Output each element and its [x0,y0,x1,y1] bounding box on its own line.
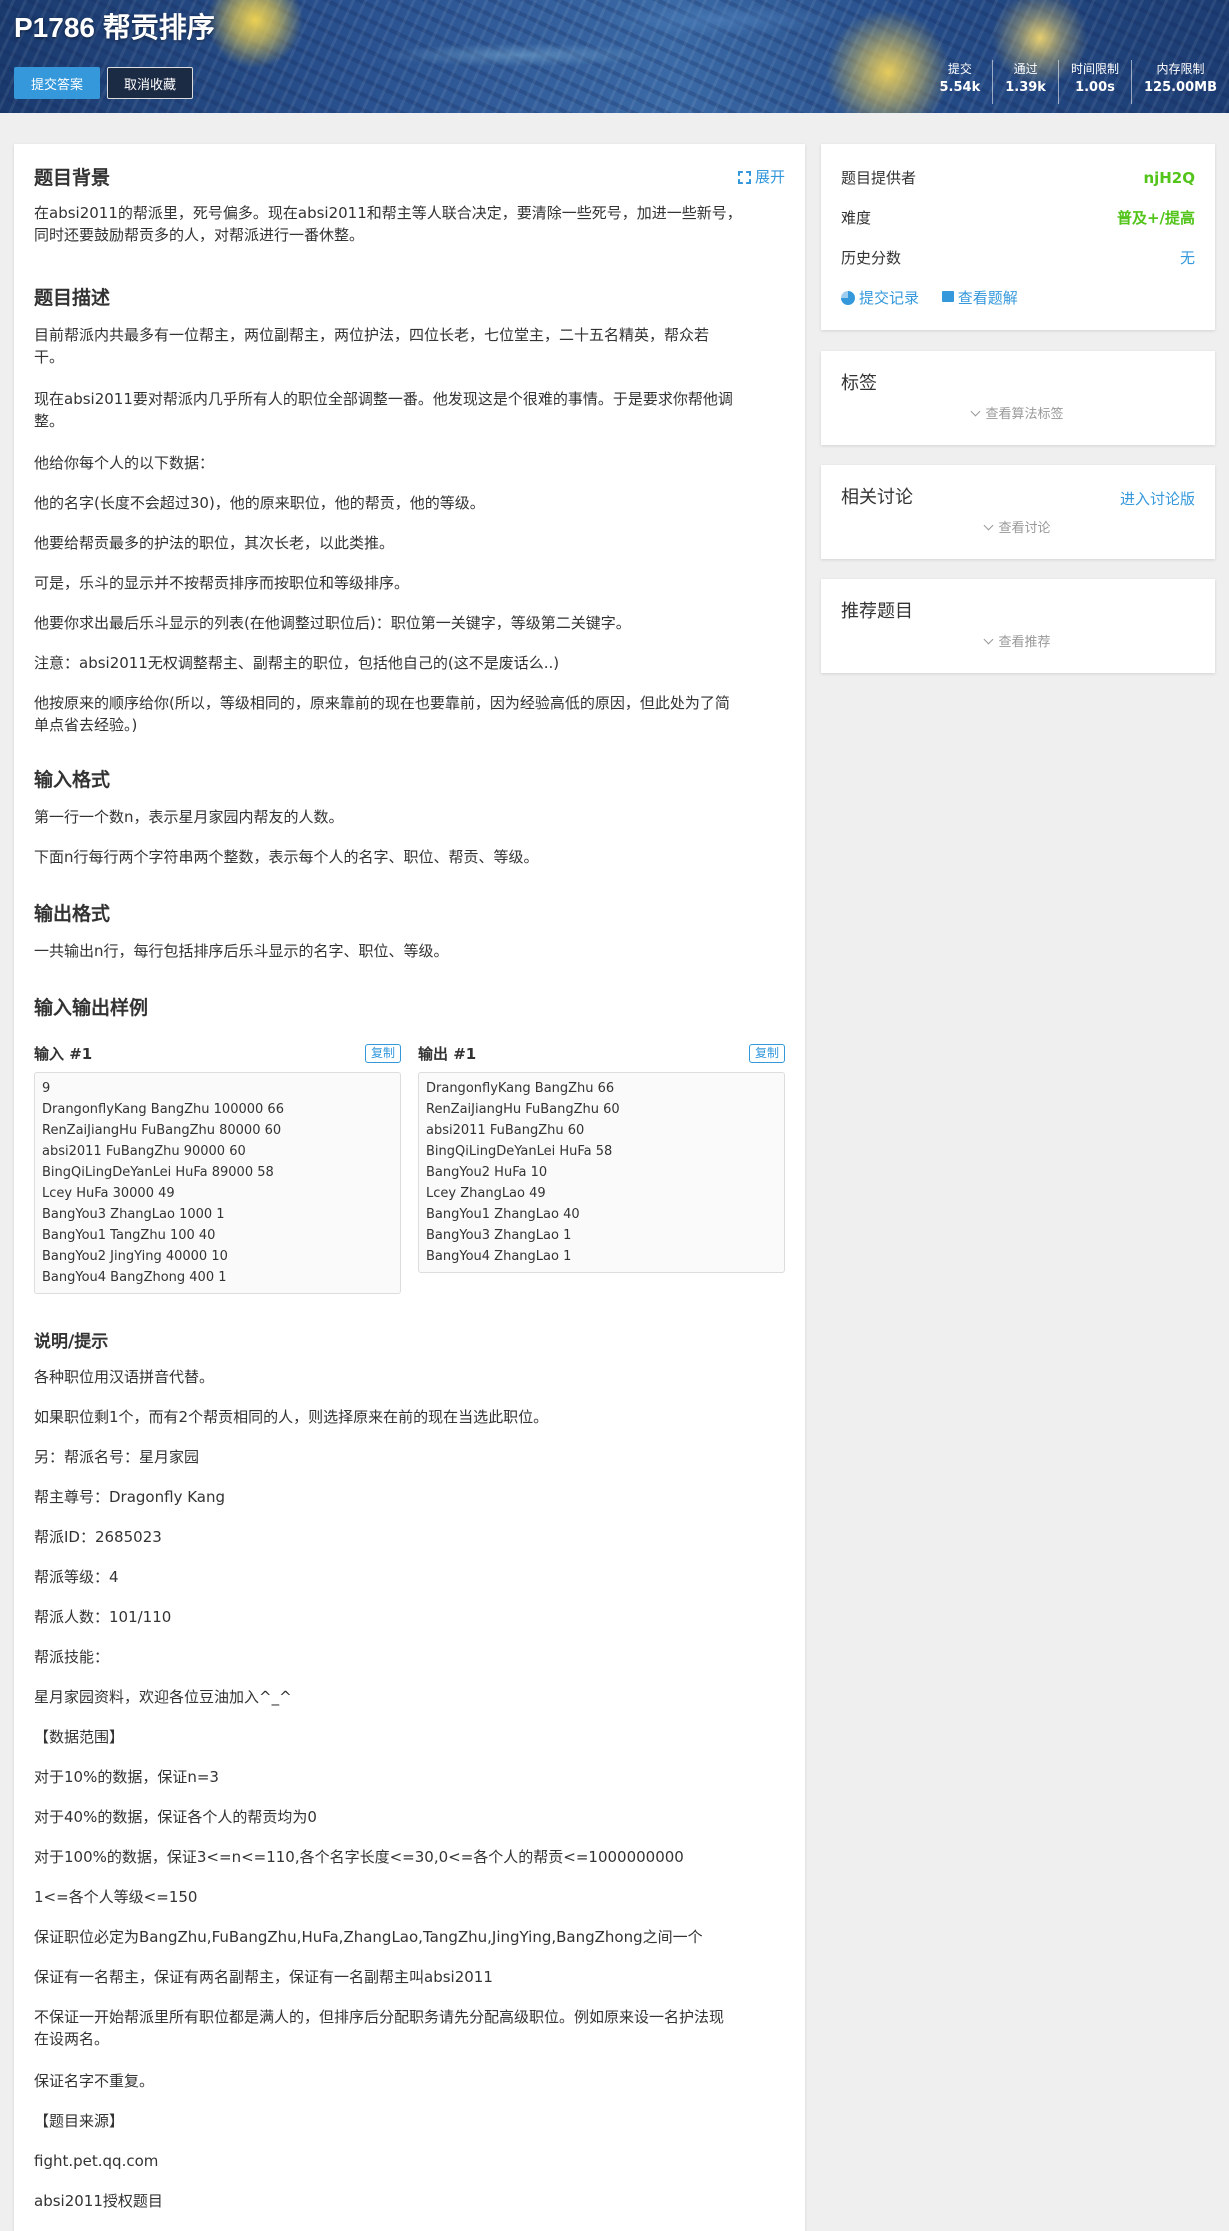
background-section: 题目背景 在absi2011的帮派里，死号偏多。现在absi2011和帮主等人联… [34,164,785,246]
pie-chart-icon [841,291,855,305]
desc-para: 他要你求出最后乐斗显示的列表(在他调整过职位后)：职位第一关键字，等级第二关键字… [34,614,631,632]
book-icon [941,291,954,305]
info-links: 提交记录 查看题解 [841,287,1195,309]
show-discussion-toggle[interactable]: 查看讨论 [821,517,1215,536]
hint-para: 如果职位剩1个，而有2个帮贡相同的人，则选择原来在前的现在当选此职位。 [34,1408,549,1426]
view-solutions-link[interactable]: 查看题解 [941,289,1018,307]
hint-para: 保证有一名帮主，保证有两名副帮主，保证有一名副帮主叫absi2011 [34,1968,493,1986]
sample-input-heading: 输入 #1 [34,1045,93,1063]
desc-para: 现在absi2011要对帮派内几乎所有人的职位全部调整一番。他发现这是个很难的事… [34,390,733,430]
hint-para: 【数据范围】 [34,1728,125,1746]
section-title: 输出格式 [34,903,111,925]
desc-para: 他要给帮贡最多的护法的职位，其次长老，以此类推。 [34,534,395,552]
section-title: 输入格式 [34,769,111,791]
input-format-text: 下面n行每行两个字符串两个整数，表示每个人的名字、职位、帮贡、等级。 [34,848,539,866]
desc-para: 他按原来的顺序给你(所以，等级相同的，原来靠前的现在也要靠前，因为经验高低的原因… [34,694,730,734]
hint-para: 帮派技能： [34,1648,110,1666]
hint-para: 【题目来源】 [34,2112,125,2130]
history-score: 无 [1179,249,1195,267]
sample-output: 输出 #1 复制 DrangonflyKang BangZhu 66 RenZa… [418,1044,785,1273]
hint-para: 帮主尊号：Dragonfly Kang [34,1488,226,1506]
hint-para: 各种职位用汉语拼音代替。 [34,1368,215,1386]
description-section: 题目描述 目前帮派内共最多有一位帮主，两位副帮主，两位护法，四位长老，七位堂主，… [34,284,785,734]
section-title: 说明/提示 [34,1332,109,1352]
discussion-title: 相关讨论 [841,487,913,508]
sample-output-heading: 输出 #1 [418,1045,477,1063]
stat-accepted: 通过 1.39k [992,60,1058,104]
hint-para: 对于10%的数据，保证n=3 [34,1768,219,1786]
sample-input-code[interactable]: 9 DrangonflyKang BangZhu 100000 66 RenZa… [34,1072,401,1294]
recommend-title: 推荐题目 [841,601,913,622]
problem-info-card: 题目提供者 njH2Q 难度 普及+/提高 历史分数 无 提交记录 查看题解 [821,144,1215,330]
history-row: 历史分数 无 [841,249,1195,267]
chevron-down-icon [984,634,994,645]
unfavorite-button[interactable]: 取消收藏 [107,67,193,99]
input-format-text: 第一行一个数n，表示星月家园内帮友的人数。 [34,808,344,826]
provider-row: 题目提供者 njH2Q [841,167,1195,189]
provider-link[interactable]: njH2Q [1143,167,1195,189]
background-text: 在absi2011的帮派里，死号偏多。现在absi2011和帮主等人联合决定，要… [34,204,742,244]
hint-para: 另：帮派名号：星月家园 [34,1448,200,1466]
discussion-card: 相关讨论 进入讨论版 查看讨论 [821,465,1215,559]
output-format-section: 输出格式 一共输出n行，每行包括排序后乐斗显示的名字、职位、等级。 [34,900,785,960]
stat-submissions: 提交 5.54k [939,62,981,95]
section-title: 题目背景 [34,167,111,189]
problem-stats: 提交 5.54k 通过 1.39k 时间限制 1.00s 内存限制 125.00… [928,60,1229,104]
tags-card: 标签 查看算法标签 [821,351,1215,445]
hint-para: 帮派人数：101/110 [34,1608,172,1626]
recommend-card: 推荐题目 查看推荐 [821,579,1215,673]
hint-para: 不保证一开始帮派里所有职位都是满人的，但排序后分配职务请先分配高级职位。例如原来… [34,2008,725,2048]
output-format-text: 一共输出n行，每行包括排序后乐斗显示的名字、职位、等级。 [34,942,449,960]
hint-para: 对于100%的数据，保证3<=n<=110,各个名字长度<=30,0<=各个人的… [34,1848,684,1866]
chevron-down-icon [971,406,981,417]
show-tags-toggle[interactable]: 查看算法标签 [821,403,1215,422]
hint-para: absi2011授权题目 [34,2192,163,2210]
hint-para: 星月家园资料，欢迎各位豆油加入^_^ [34,1688,292,1706]
desc-para: 他给你每个人的以下数据： [34,454,215,472]
desc-para: 可是，乐斗的显示并不按帮贡排序而按职位和等级排序。 [34,574,410,592]
desc-para: 注意：absi2011无权调整帮主、副帮主的职位，包括他自己的(这不是废话么..… [34,654,560,672]
stat-time-limit: 时间限制 1.00s [1057,60,1131,104]
show-recommend-toggle[interactable]: 查看推荐 [821,631,1215,650]
hint-para: 帮派等级：4 [34,1568,119,1586]
samples-section: 输入输出样例 [34,994,785,1022]
sample-input: 输入 #1 复制 9 DrangonflyKang BangZhu 100000… [34,1044,401,1294]
hint-section: 说明/提示 各种职位用汉语拼音代替。 如果职位剩1个，而有2个帮贡相同的人，则选… [34,1328,785,2210]
desc-para: 目前帮派内共最多有一位帮主，两位副帮主，两位护法，四位长老，七位堂主，二十五名精… [34,326,710,366]
input-format-section: 输入格式 第一行一个数n，表示星月家园内帮友的人数。 下面n行每行两个字符串两个… [34,766,785,866]
hint-para: fight.pet.qq.com [34,2152,159,2170]
hint-para: 对于40%的数据，保证各个人的帮贡均为0 [34,1808,317,1826]
problem-title: P1786 帮贡排序 [14,12,215,43]
submission-records-link[interactable]: 提交记录 [841,289,919,307]
problem-banner: P1786 帮贡排序 提交答案 取消收藏 提交 5.54k 通过 1.39k 时… [0,0,1229,113]
difficulty-badge: 普及+/提高 [1116,209,1195,227]
copy-input-button[interactable]: 复制 [364,1044,401,1063]
stat-memory-limit: 内存限制 125.00MB [1130,60,1229,104]
difficulty-row: 难度 普及+/提高 [841,209,1195,227]
problem-content: 展开 题目背景 在absi2011的帮派里，死号偏多。现在absi2011和帮主… [14,144,805,2231]
hint-para: 保证名字不重复。 [34,2072,155,2090]
enter-discussion-link[interactable]: 进入讨论版 [1120,488,1195,509]
section-title: 输入输出样例 [34,997,149,1019]
hint-para: 帮派ID：2685023 [34,1528,162,1546]
tags-title: 标签 [841,373,877,394]
chevron-down-icon [984,520,994,531]
submit-answer-button[interactable]: 提交答案 [14,67,100,99]
hint-para: 保证职位必定为BangZhu,FuBangZhu,HuFa,ZhangLao,T… [34,1928,703,1946]
sample-output-code[interactable]: DrangonflyKang BangZhu 66 RenZaiJiangHu … [418,1072,785,1273]
copy-output-button[interactable]: 复制 [748,1044,785,1063]
hint-para: 1<=各个人等级<=150 [34,1888,198,1906]
desc-para: 他的名字(长度不会超过30)，他的原来职位，他的帮贡，他的等级。 [34,494,485,512]
section-title: 题目描述 [34,287,111,309]
